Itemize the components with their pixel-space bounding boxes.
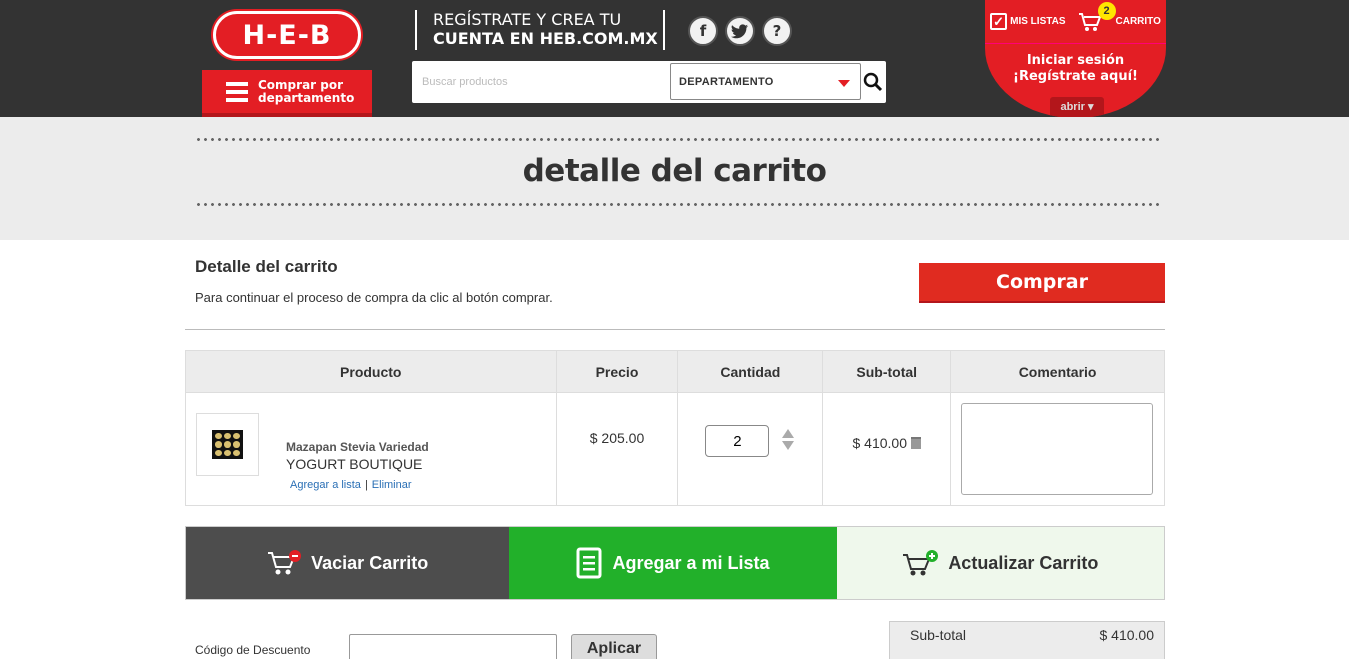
header-product: Producto [185, 350, 557, 393]
product-cell: Mazapan Stevia Variedad YOGURT BOUTIQUE … [185, 392, 557, 506]
header-price: Precio [555, 350, 679, 393]
login-line-2: ¡Regístrate aquí! [1013, 69, 1138, 84]
twitter-bird-icon [731, 23, 748, 38]
cart-detail-heading: Detalle del carrito [195, 257, 338, 276]
dropdown-arrow-icon [838, 80, 850, 87]
my-lists-label: MIS LISTAS [1010, 16, 1066, 27]
twitter-icon[interactable] [725, 16, 755, 46]
banner-dotted-line-bottom [195, 203, 1160, 206]
logo-text: H-E-B [242, 19, 332, 51]
update-cart-label: Actualizar Carrito [948, 552, 1099, 573]
section-divider [185, 329, 1165, 330]
product-brand: YOGURT BOUTIQUE [286, 456, 423, 472]
cart-actions: Vaciar Carrito Agregar a mi Lista Actual… [185, 526, 1165, 600]
open-label: abrir [1060, 101, 1085, 113]
menu-icon [226, 81, 248, 102]
heb-logo[interactable]: H-E-B [213, 11, 361, 59]
login-link[interactable]: Iniciar sesión ¡Regístrate aquí! [985, 53, 1166, 85]
header-comment: Comentario [950, 350, 1165, 393]
buy-button[interactable]: Comprar [919, 263, 1165, 303]
quantity-cell [677, 392, 824, 506]
shop-by-department-button[interactable]: Comprar por departamento [202, 70, 372, 117]
login-line-1: Iniciar sesión [1026, 53, 1125, 68]
decrement-icon[interactable] [782, 441, 795, 450]
promo-line-1: REGÍSTRATE Y CREA TU [433, 10, 622, 29]
list-icon [576, 547, 602, 579]
empty-cart-label: Vaciar Carrito [311, 552, 429, 573]
table-row: Mazapan Stevia Variedad YOGURT BOUTIQUE … [185, 392, 1165, 506]
search-bar: DEPARTAMENTO [412, 61, 886, 103]
cart-link[interactable]: 2 CARRITO [1078, 1, 1161, 32]
remove-link[interactable]: Eliminar [372, 479, 412, 491]
summary-subtotal-value: $ 410.00 [1099, 627, 1155, 643]
dept-button-label: Comprar por departamento [258, 77, 355, 105]
product-name[interactable]: Mazapan Stevia Variedad [286, 440, 429, 454]
open-account-tab[interactable]: abrir ▾ [1050, 97, 1104, 118]
promo-line-2: CUENTA EN HEB.COM.MX [433, 29, 658, 48]
register-promo[interactable]: REGÍSTRATE Y CREA TU CUENTA EN HEB.COM.M… [415, 10, 658, 50]
subtotal-cell: $ 410.00 [822, 392, 952, 506]
product-image [212, 430, 243, 459]
comment-textarea[interactable] [961, 403, 1154, 495]
cart-table: Producto Precio Cantidad Sub-total Comen… [185, 350, 1165, 506]
banner-wave-edge [0, 228, 1349, 242]
add-to-my-list-button[interactable]: Agregar a mi Lista [509, 527, 837, 599]
header-subtotal: Sub-total [822, 350, 952, 393]
my-lists-link[interactable]: ✓ MIS LISTAS [990, 13, 1066, 30]
row-subtotal: $ 410.00 [852, 435, 907, 451]
summary-subtotal-label: Sub-total [910, 627, 967, 643]
header-quantity: Cantidad [677, 350, 824, 393]
help-glyph: ? [772, 22, 782, 40]
increment-icon[interactable] [782, 429, 795, 438]
cart-add-icon [903, 550, 939, 576]
cart-detail-instructions: Para continuar el proceso de compra da c… [195, 290, 553, 305]
account-top-links: ✓ MIS LISTAS 2 CARRITO [985, 0, 1166, 44]
product-links: Agregar a lista | Eliminar [290, 479, 412, 491]
department-select-value: DEPARTAMENTO [679, 75, 774, 88]
apply-discount-button[interactable]: Aplicar [571, 634, 657, 659]
quantity-input[interactable] [705, 425, 770, 457]
banner-dotted-line-top [195, 138, 1160, 141]
cart-remove-icon [268, 550, 302, 575]
empty-cart-button[interactable]: Vaciar Carrito [186, 527, 510, 599]
discount-code-input[interactable] [349, 634, 557, 659]
cart-count-badge: 2 [1097, 1, 1116, 20]
update-cart-button[interactable]: Actualizar Carrito [836, 527, 1164, 599]
product-price: $ 205.00 [589, 430, 645, 446]
trash-icon[interactable] [910, 437, 921, 449]
add-to-list-link[interactable]: Agregar a lista [290, 479, 361, 491]
search-icon[interactable] [863, 72, 883, 92]
link-separator: | [364, 479, 368, 491]
discount-code-label: Código de Descuento [195, 643, 311, 657]
page-title: detalle del carrito [522, 153, 827, 189]
account-panel: ✓ MIS LISTAS 2 CARRITO Iniciar sesión ¡R… [985, 0, 1166, 118]
quantity-stepper[interactable] [782, 429, 795, 450]
department-select[interactable]: DEPARTAMENTO [670, 63, 861, 100]
promo-divider [663, 10, 665, 50]
cart-table-header: Producto Precio Cantidad Sub-total Comen… [185, 350, 1165, 393]
search-input[interactable] [422, 69, 662, 95]
order-summary: Sub-total $ 410.00 [889, 621, 1165, 659]
product-thumbnail[interactable] [196, 413, 259, 476]
checklist-icon: ✓ [990, 13, 1008, 30]
facebook-icon[interactable]: f [688, 16, 718, 46]
comment-cell [950, 392, 1165, 506]
help-icon[interactable]: ? [762, 16, 792, 46]
add-to-list-label: Agregar a mi Lista [612, 552, 770, 573]
facebook-glyph: f [699, 22, 707, 40]
cart-label: CARRITO [1115, 16, 1161, 27]
site-header: H-E-B Comprar por departamento REGÍSTRAT… [0, 0, 1349, 118]
price-cell: $ 205.00 [555, 392, 679, 506]
